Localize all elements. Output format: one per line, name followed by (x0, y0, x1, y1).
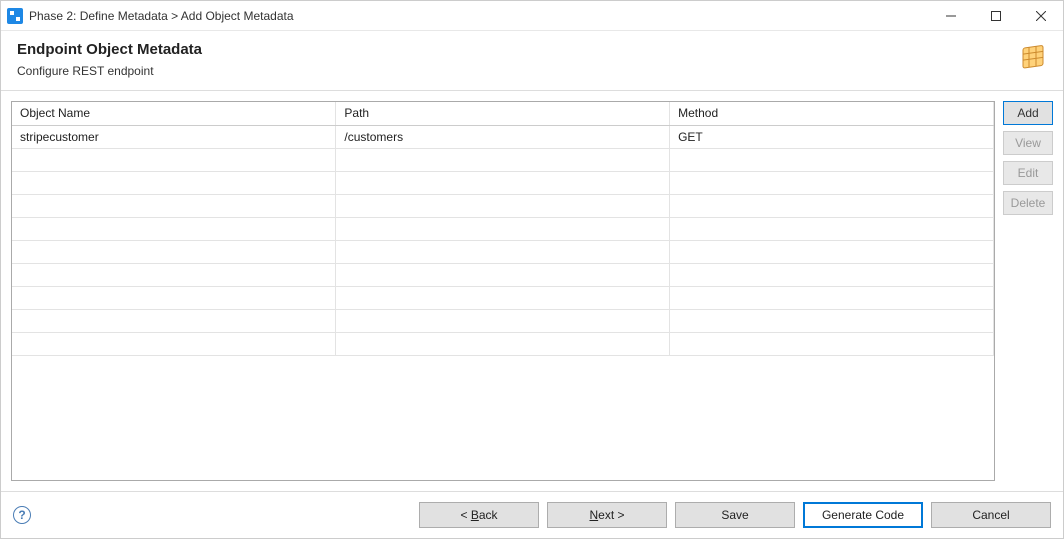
minimize-button[interactable] (928, 1, 973, 30)
metadata-icon (1017, 41, 1049, 73)
objects-table[interactable]: Object Name Path Method stripecustomer /… (12, 102, 994, 356)
table-row[interactable] (12, 332, 994, 355)
content-area: Object Name Path Method stripecustomer /… (1, 91, 1063, 491)
table-row[interactable] (12, 194, 994, 217)
table-row[interactable] (12, 286, 994, 309)
window-titlebar: Phase 2: Define Metadata > Add Object Me… (1, 1, 1063, 31)
help-icon[interactable]: ? (13, 506, 31, 524)
column-header-name[interactable]: Object Name (12, 102, 336, 125)
edit-button[interactable]: Edit (1003, 161, 1053, 185)
back-button[interactable]: < Back (419, 502, 539, 528)
cell-object-name: stripecustomer (12, 125, 336, 148)
side-button-panel: Add View Edit Delete (1003, 101, 1053, 481)
save-button[interactable]: Save (675, 502, 795, 528)
column-header-path[interactable]: Path (336, 102, 670, 125)
column-header-method[interactable]: Method (670, 102, 994, 125)
page-title: Endpoint Object Metadata (17, 41, 1047, 58)
close-button[interactable] (1018, 1, 1063, 30)
objects-table-container: Object Name Path Method stripecustomer /… (11, 101, 995, 481)
page-subtitle: Configure REST endpoint (17, 64, 1047, 78)
table-row[interactable]: stripecustomer /customers GET (12, 125, 994, 148)
add-button[interactable]: Add (1003, 101, 1053, 125)
cell-path: /customers (336, 125, 670, 148)
table-row[interactable] (12, 240, 994, 263)
table-row[interactable] (12, 148, 994, 171)
cell-method: GET (670, 125, 994, 148)
header-panel: Endpoint Object Metadata Configure REST … (1, 31, 1063, 91)
table-row[interactable] (12, 217, 994, 240)
footer-bar: ? < Back Next > Save Generate Code Cance… (1, 491, 1063, 538)
next-button[interactable]: Next > (547, 502, 667, 528)
table-header-row: Object Name Path Method (12, 102, 994, 125)
cancel-button[interactable]: Cancel (931, 502, 1051, 528)
table-row[interactable] (12, 263, 994, 286)
delete-button[interactable]: Delete (1003, 191, 1053, 215)
table-row[interactable] (12, 171, 994, 194)
app-icon (7, 8, 23, 24)
view-button[interactable]: View (1003, 131, 1053, 155)
generate-code-button[interactable]: Generate Code (803, 502, 923, 528)
window-controls (928, 1, 1063, 30)
window-title: Phase 2: Define Metadata > Add Object Me… (29, 9, 928, 23)
table-row[interactable] (12, 309, 994, 332)
maximize-button[interactable] (973, 1, 1018, 30)
